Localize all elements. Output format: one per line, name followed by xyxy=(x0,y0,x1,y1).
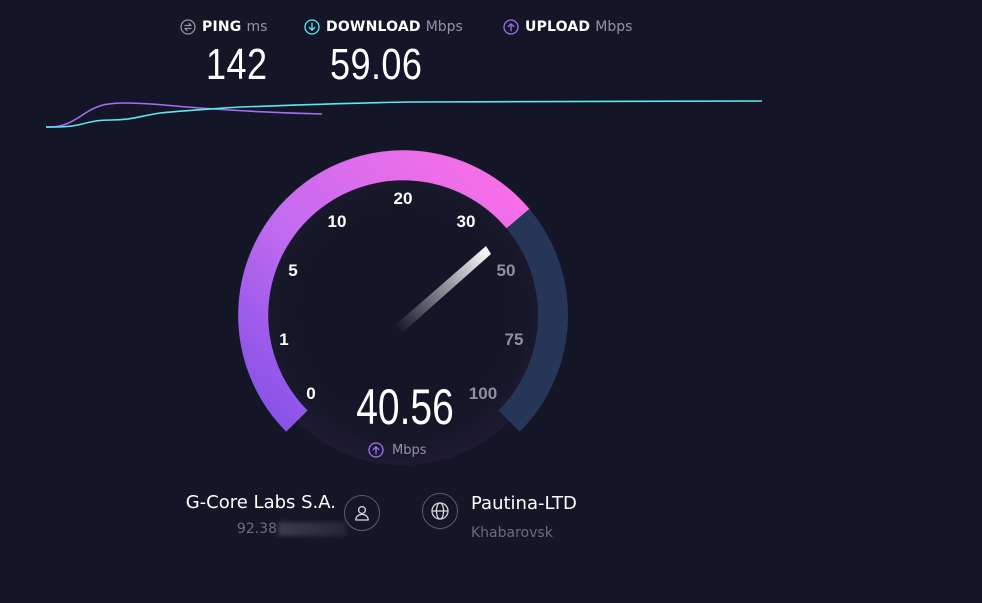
server-select-button[interactable] xyxy=(422,493,458,529)
ip-redacted-blur xyxy=(278,522,346,536)
tick-label: 75 xyxy=(505,330,524,349)
user-icon xyxy=(353,504,371,522)
current-speed-unit: Mbps xyxy=(392,442,427,458)
current-speed-value: 40.56 xyxy=(356,379,454,435)
globe-icon xyxy=(430,501,450,521)
tick-label: 0 xyxy=(306,384,315,403)
tick-label: 5 xyxy=(288,261,297,280)
server-location: Khabarovsk xyxy=(471,525,553,541)
tick-label: 30 xyxy=(457,212,476,231)
upload-arrow-icon xyxy=(368,442,384,458)
current-speed-unit-row: Mbps xyxy=(368,442,427,458)
tick-label: 10 xyxy=(328,212,347,231)
ip-prefix: 92.38 xyxy=(236,521,277,537)
tick-label: 1 xyxy=(279,330,288,349)
isp-name: G-Core Labs S.A. xyxy=(185,492,336,513)
ip-address: 92.38 xyxy=(150,521,346,537)
tick-label: 20 xyxy=(394,189,413,208)
tick-label: 50 xyxy=(497,261,516,280)
server-info: Pautina-LTD Khabarovsk xyxy=(471,493,577,541)
isp-info: G-Core Labs S.A. 92.38 xyxy=(150,492,346,537)
server-name: Pautina-LTD xyxy=(471,493,577,514)
user-account-button[interactable] xyxy=(344,495,380,531)
